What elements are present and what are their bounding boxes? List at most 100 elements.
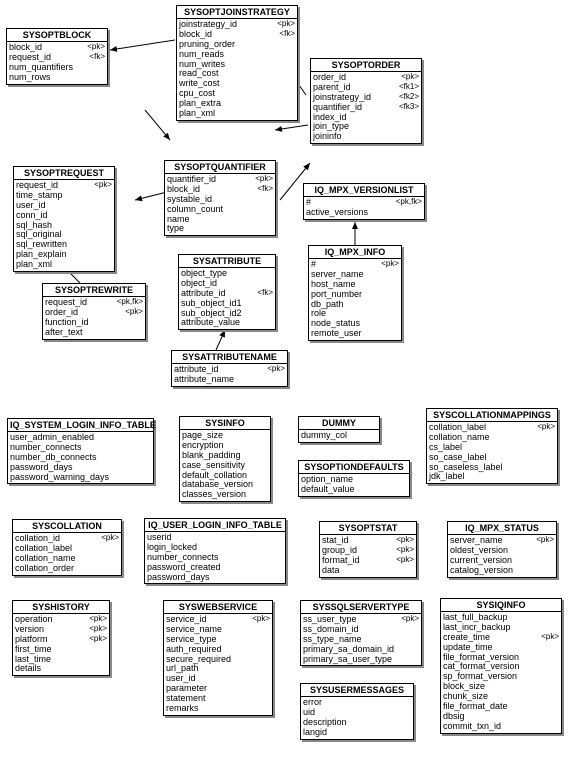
column-row: dummy_col: [301, 431, 377, 441]
entity-title: SYSHISTORY: [13, 601, 109, 614]
entity-title: SYSOPTIONDEFAULTS: [299, 461, 409, 474]
entity-title: IQ_MPX_VERSIONLIST: [304, 184, 424, 197]
column-name: langid: [303, 728, 333, 738]
entity-title: SYSINFO: [180, 417, 270, 430]
entity-title: SYSUSERMESSAGES: [301, 684, 413, 697]
column-key: <fk>: [279, 30, 295, 40]
entity-sysoptorder: SYSOPTORDER order_id<pk>parent_id<fk1>jo…: [310, 58, 422, 144]
entity-title: SYSOPTJOINSTRATEGY: [177, 6, 297, 19]
entity-title: IQ_USER_LOGIN_INFO_TABLE: [145, 519, 285, 532]
column-key: <pk>: [536, 536, 554, 546]
column-row: joininfo: [313, 132, 419, 142]
column-name: default_value: [301, 485, 361, 495]
entity-title: SYSOPTBLOCK: [7, 29, 107, 42]
column-key: <pk>: [267, 365, 285, 375]
column-name: plan_xml: [179, 109, 221, 119]
entity-title: IQ_SYSTEM_LOGIN_INFO_TABLE: [8, 419, 153, 432]
column-row: attribute_name: [174, 375, 285, 385]
entity-title: SYSOPTREQUEST: [14, 167, 114, 180]
column-row: primary_sa_user_type: [303, 655, 419, 665]
entity-syshistory: SYSHISTORY operation<pk>version<pk>platf…: [12, 600, 110, 676]
column-name: joininfo: [313, 132, 348, 142]
entity-title: SYSOPTSTAT: [320, 522, 416, 535]
column-key: <pk>: [396, 556, 414, 566]
column-key: <pk>: [89, 635, 107, 645]
column-name: classes_version: [182, 490, 252, 500]
entity-title: SYSOPTQUANTIFIER: [165, 161, 275, 174]
entity-title: DUMMY: [299, 417, 379, 430]
column-row: data: [322, 566, 414, 576]
entity-dummy: DUMMY dummy_col: [298, 416, 380, 443]
entity-title: SYSWEBSERVICE: [164, 601, 272, 614]
entity-sysoptblock: SYSOPTBLOCK block_id<pk>request_id<fk>nu…: [6, 28, 108, 85]
column-name: attribute_value: [181, 318, 246, 328]
column-name: type: [167, 224, 190, 234]
entity-sysoptrewrite: SYSOPTREWRITE request_id<pk,fk>order_id<…: [42, 283, 146, 340]
entity-title: SYSATTRIBUTENAME: [172, 351, 287, 364]
column-row: error: [303, 698, 411, 708]
column-name: catalog_version: [450, 566, 519, 576]
column-row: remarks: [166, 704, 270, 714]
entity-syswebservice: SYSWEBSERVICE service_id<pk>service_name…: [163, 600, 273, 716]
column-name: password_days: [147, 573, 216, 583]
entity-iq-system-login-info-table: IQ_SYSTEM_LOGIN_INFO_TABLE user_admin_en…: [7, 418, 154, 484]
column-row: active_versions: [306, 208, 422, 218]
column-key: <pk>: [94, 181, 112, 191]
column-name: attribute_name: [174, 375, 240, 385]
entity-title: SYSCOLLATIONMAPPINGS: [427, 409, 557, 422]
column-name: collation_order: [15, 564, 80, 574]
column-name: commit_txn_id: [443, 722, 507, 732]
entity-sysusermessages: SYSUSERMESSAGES erroruiddescriptionlangi…: [300, 683, 414, 740]
column-name: remote_user: [311, 329, 368, 339]
column-row: password_warning_days: [10, 473, 151, 483]
column-row: commit_txn_id: [443, 722, 559, 732]
column-key: <fk>: [257, 289, 273, 299]
column-name: active_versions: [306, 208, 374, 218]
column-key: <pk>: [125, 308, 143, 318]
entity-sysattribute: SYSATTRIBUTE object_typeobject_idattribu…: [178, 254, 276, 330]
entity-sysoptquantifier: SYSOPTQUANTIFIER quantifier_id<pk>block_…: [164, 160, 276, 236]
entity-sysoptstat: SYSOPTSTAT stat_id<pk>group_id<pk>format…: [319, 521, 417, 578]
entity-syssqlservertype: SYSSQLSERVERTYPE ss_user_type<pk>ss_doma…: [300, 600, 422, 666]
entity-sysattributename: SYSATTRIBUTENAME attribute_id<pk>attribu…: [171, 350, 288, 387]
entity-sysoptjoinstrategy: SYSOPTJOINSTRATEGY joinstrategy_id<pk>bl…: [176, 5, 298, 121]
column-name: after_text: [45, 328, 89, 338]
column-key: <pk>: [541, 633, 559, 643]
entity-title: SYSCOLLATION: [13, 520, 121, 533]
entity-title: IQ_MPX_STATUS: [448, 522, 556, 535]
column-name: plan_xml: [16, 260, 58, 270]
column-name: remarks: [166, 704, 205, 714]
column-key: <fk3>: [399, 103, 419, 113]
column-key: <pk>: [252, 615, 270, 625]
entity-sysinfo: SYSINFO page_sizeencryptionblank_padding…: [179, 416, 271, 502]
column-row: catalog_version: [450, 566, 554, 576]
column-name: jdk_label: [429, 472, 471, 482]
column-row: plan_xml: [16, 260, 112, 270]
column-row: default_value: [301, 485, 407, 495]
column-key: <pk>: [101, 534, 119, 544]
entity-syscollation: SYSCOLLATION collation_id<pk>collation_l…: [12, 519, 122, 576]
entity-title: IQ_MPX_INFO: [309, 246, 401, 259]
entity-sysoptrequest: SYSOPTREQUEST request_id<pk>time_stampus…: [13, 166, 115, 272]
column-key: <pk>: [537, 423, 555, 433]
entity-iq-mpx-status: IQ_MPX_STATUS server_name<pk>oldest_vers…: [447, 521, 557, 578]
column-row: attribute_value: [181, 318, 273, 328]
column-row: num_rows: [9, 73, 105, 83]
column-row: langid: [303, 728, 411, 738]
column-key: <pk>: [381, 260, 399, 270]
entity-title: SYSSQLSERVERTYPE: [301, 601, 421, 614]
column-name: dummy_col: [301, 431, 353, 441]
column-name: data: [322, 566, 346, 576]
entity-sysoptiondefaults: SYSOPTIONDEFAULTS option_namedefault_val…: [298, 460, 410, 497]
entity-iq-mpx-versionlist: IQ_MPX_VERSIONLIST #<pk,fk>active_versio…: [303, 183, 425, 220]
entity-iq-user-login-info-table: IQ_USER_LOGIN_INFO_TABLE useridlogin_loc…: [144, 518, 286, 584]
column-row: jdk_label: [429, 472, 555, 482]
entity-title: SYSOPTREWRITE: [43, 284, 145, 297]
column-row: after_text: [45, 328, 143, 338]
entity-title: SYSIQINFO: [441, 599, 561, 612]
column-name: num_rows: [9, 73, 57, 83]
column-row: collation_order: [15, 564, 119, 574]
column-row: plan_xml: [179, 109, 295, 119]
entity-syscollationmappings: SYSCOLLATIONMAPPINGS collation_label<pk>…: [426, 408, 558, 484]
column-row: type: [167, 224, 273, 234]
